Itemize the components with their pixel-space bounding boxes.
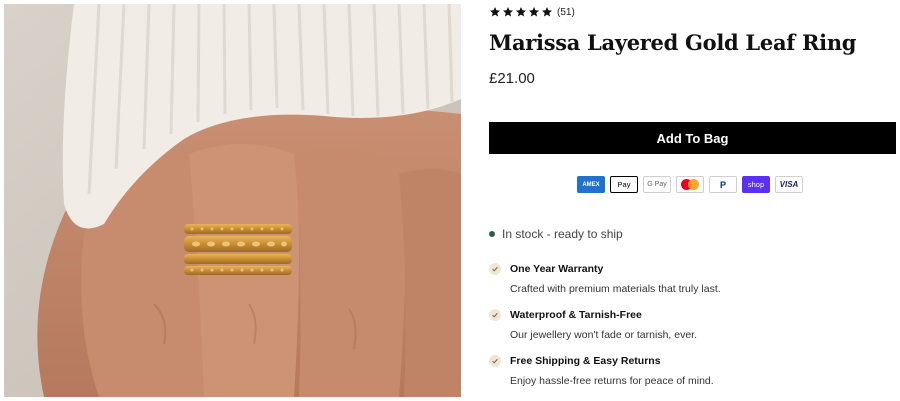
visa-icon: VISA bbox=[775, 176, 803, 193]
review-count[interactable]: (51) bbox=[557, 7, 575, 18]
google-pay-icon: G Pay bbox=[643, 176, 671, 193]
feature-item-warranty: One Year Warranty Crafted with premium m… bbox=[489, 263, 896, 295]
product-price: £21.00 bbox=[489, 70, 535, 87]
stock-status: In stock - ready to ship bbox=[489, 227, 623, 241]
feature-description: Our jewellery won't fade or tarnish, eve… bbox=[510, 329, 698, 341]
star-icon bbox=[503, 7, 513, 17]
star-icon bbox=[529, 7, 539, 17]
paypal-icon: P bbox=[709, 176, 737, 193]
add-to-bag-button[interactable]: Add To Bag bbox=[489, 122, 896, 154]
check-icon bbox=[489, 355, 501, 367]
check-icon bbox=[489, 263, 501, 275]
star-icon bbox=[542, 7, 552, 17]
mastercard-icon bbox=[676, 176, 704, 193]
star-icon bbox=[516, 7, 526, 17]
feature-title: Waterproof & Tarnish-Free bbox=[510, 309, 642, 321]
amex-icon: AMEX bbox=[577, 176, 605, 193]
product-title: Marissa Layered Gold Leaf Ring bbox=[489, 30, 857, 55]
product-image[interactable] bbox=[4, 4, 461, 397]
check-icon bbox=[489, 309, 501, 321]
feature-item-waterproof: Waterproof & Tarnish-Free Our jewellery … bbox=[489, 309, 896, 341]
apple-pay-icon: Pay bbox=[610, 176, 638, 193]
rating-stars bbox=[489, 6, 553, 18]
feature-title: One Year Warranty bbox=[510, 263, 604, 275]
feature-description: Crafted with premium materials that trul… bbox=[510, 283, 721, 295]
in-stock-dot-icon bbox=[489, 231, 495, 237]
product-info: (51) Marissa Layered Gold Leaf Ring £21.… bbox=[489, 0, 896, 401]
shop-pay-icon: shop bbox=[742, 176, 770, 193]
feature-title: Free Shipping & Easy Returns bbox=[510, 355, 661, 367]
stock-text: In stock - ready to ship bbox=[502, 227, 623, 241]
star-icon bbox=[490, 7, 500, 17]
feature-description: Enjoy hassle-free returns for peace of m… bbox=[510, 375, 714, 387]
feature-item-shipping: Free Shipping & Easy Returns Enjoy hassl… bbox=[489, 355, 896, 387]
payment-methods: AMEX Pay G Pay P shop VISA bbox=[577, 176, 803, 193]
ring-on-hand-photo bbox=[4, 4, 461, 397]
product-rating[interactable]: (51) bbox=[489, 4, 575, 20]
